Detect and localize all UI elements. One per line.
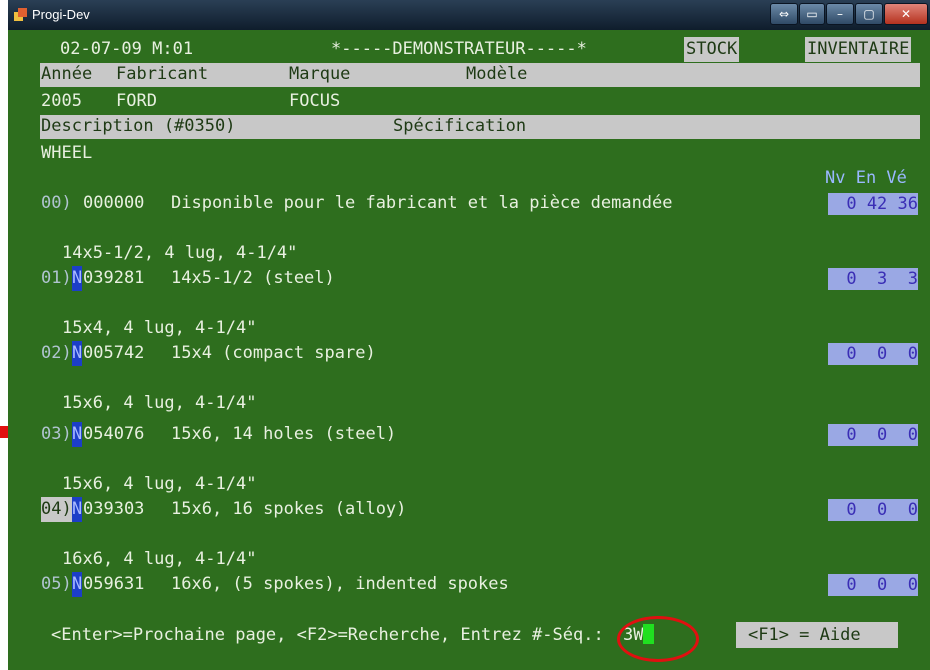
window-title: Progi-Dev	[32, 7, 90, 22]
inventaire-tab[interactable]: INVENTAIRE	[805, 37, 912, 62]
value-fabricant[interactable]: FORD	[116, 89, 157, 114]
item-05-code[interactable]: 059631	[83, 572, 144, 597]
description-label: Description (#0350)	[41, 116, 236, 136]
item-05-qty: 0 0 0	[828, 574, 918, 596]
minimize-button[interactable]: –	[826, 3, 854, 25]
close-button[interactable]: ✕	[884, 3, 928, 25]
help-button[interactable]: <F1> = Aide	[736, 622, 898, 648]
item-01-qty: 0 3 3	[828, 268, 918, 290]
item-02-flag: N	[72, 341, 83, 366]
label-modele: Modèle	[466, 64, 528, 84]
value-annee[interactable]: 2005	[41, 89, 82, 114]
item-03-qty: 0 0 0	[828, 424, 918, 446]
specification-label: Spécification	[393, 116, 527, 136]
label-annee: Année	[41, 64, 93, 84]
arrows-icon[interactable]: ⇔	[770, 3, 798, 25]
item-04-code[interactable]: 039303	[83, 497, 144, 522]
item-05-spec: 16x6, 4 lug, 4-1/4"	[62, 549, 257, 569]
item-03-desc[interactable]: 15x6, 14 holes (steel)	[171, 422, 396, 447]
title-bar: Progi-Dev ⇔ ▭ – ▢ ✕	[8, 0, 930, 30]
description-value: WHEEL	[41, 143, 93, 163]
item-03-number: 03)	[41, 424, 72, 444]
app-window: Progi-Dev ⇔ ▭ – ▢ ✕ 02-07-09 M:01 *-----…	[8, 0, 930, 670]
item-01-number: 01)	[41, 268, 72, 288]
item-02-qty: 0 0 0	[828, 343, 918, 365]
item-05-flag: N	[72, 572, 83, 597]
item-04-qty: 0 0 0	[828, 499, 918, 521]
item-02-number: 02)	[41, 343, 72, 363]
item-04-desc[interactable]: 15x6, 16 spokes (alloy)	[171, 497, 406, 522]
row-00-qty: 0 42 36	[828, 193, 918, 215]
item-01-flag: N	[72, 266, 83, 291]
item-02-code[interactable]: 005742	[83, 341, 144, 366]
stock-tab[interactable]: STOCK	[684, 37, 740, 62]
label-fabricant: Fabricant	[116, 64, 209, 84]
item-02-desc[interactable]: 15x4 (compact spare)	[171, 341, 376, 366]
item-01-code[interactable]: 039281	[83, 266, 144, 291]
item-05-number: 05)	[41, 574, 72, 594]
item-02-spec: 15x4, 4 lug, 4-1/4"	[62, 318, 257, 338]
item-01-desc[interactable]: 14x5-1/2 (steel)	[171, 266, 335, 291]
maximize-button[interactable]: ▢	[855, 3, 883, 25]
qty-header: Nv En Vé	[825, 168, 907, 188]
item-04-spec: 15x6, 4 lug, 4-1/4"	[62, 474, 257, 494]
row-00-number: 00)	[41, 193, 72, 213]
red-circle-annotation	[617, 616, 699, 662]
row-00-code: 000000	[83, 193, 145, 213]
row-00-text: Disponible pour le fabricant et la pièce…	[171, 193, 673, 213]
value-marque[interactable]: FOCUS	[289, 89, 340, 114]
item-04-flag: N	[72, 497, 83, 522]
item-01-spec: 14x5-1/2, 4 lug, 4-1/4"	[62, 243, 298, 263]
banner: *-----DEMONSTRATEUR-----*	[331, 39, 587, 59]
item-03-flag: N	[72, 422, 83, 447]
item-03-code[interactable]: 054076	[83, 422, 144, 447]
app-icon	[14, 8, 27, 21]
item-03-spec: 15x6, 4 lug, 4-1/4"	[62, 393, 257, 413]
datetime: 02-07-09 M:01	[60, 39, 194, 59]
footer-prompt: <Enter>=Prochaine page, <F2>=Recherche, …	[51, 625, 614, 645]
restore-screen-icon[interactable]: ▭	[799, 3, 825, 25]
item-04-number[interactable]: 04)	[41, 497, 72, 522]
label-marque: Marque	[289, 64, 351, 84]
window-controls: ⇔ ▭ – ▢ ✕	[770, 3, 928, 25]
item-05-desc[interactable]: 16x6, (5 spokes), indented spokes	[171, 572, 509, 597]
terminal-screen: 02-07-09 M:01 *-----DEMONSTRATEUR-----* …	[8, 30, 930, 670]
